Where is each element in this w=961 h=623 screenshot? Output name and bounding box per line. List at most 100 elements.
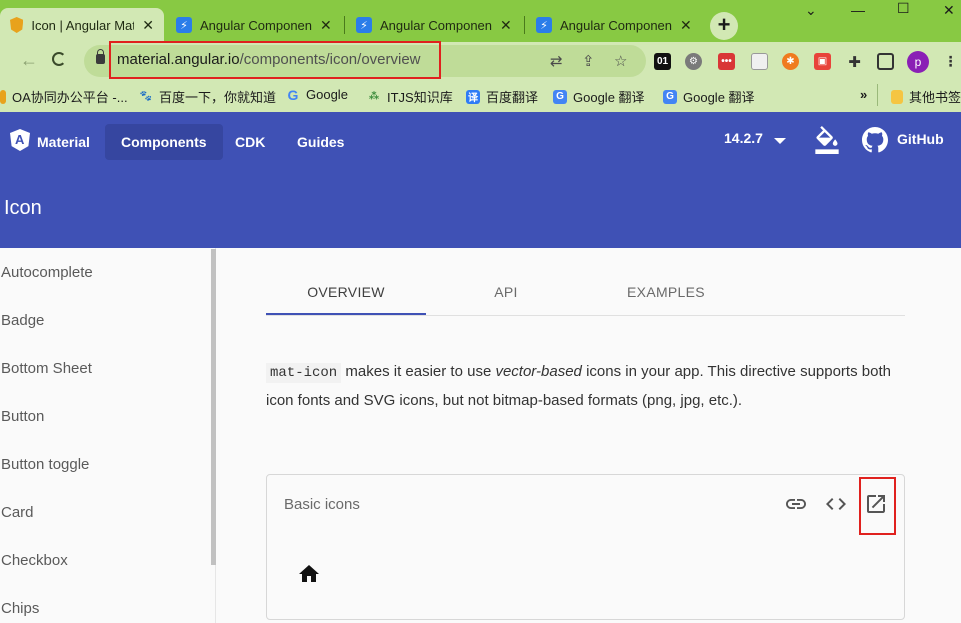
chevron-down-icon[interactable] [774,138,786,144]
version-selector[interactable]: 14.2.7 [724,130,763,146]
page-header: Icon [0,168,961,248]
translate-icon: 译 [466,89,480,104]
browser-tab[interactable]: ⚡ Angular Components ✕ [166,8,342,42]
home-icon [297,562,321,591]
tab-overview[interactable]: OVERVIEW [266,268,426,316]
window-extension-icon[interactable] [751,53,768,70]
lock-icon [96,49,105,64]
profile-avatar[interactable]: p [907,51,929,73]
orange-extension-icon[interactable]: ✱ [782,53,799,70]
tab-separator [344,16,345,34]
bookmarks-overflow-button[interactable]: » [860,87,867,102]
nav-cdk[interactable]: CDK [219,124,281,160]
component-sidenav: Autocomplete Badge Bottom Sheet Button B… [0,248,216,623]
bookmark-label: Google 翻译 [573,90,645,105]
baidu-icon: 🐾 [139,91,153,102]
bookmark-label: Google [306,87,348,102]
sidenav-scrollbar[interactable] [211,249,216,565]
gear-extension-icon[interactable]: ⚙ [685,53,702,70]
bookmark-item[interactable]: G Google [286,87,348,103]
puzzle-icon[interactable]: ✚ [846,53,863,71]
tab-separator [524,16,525,34]
overview-paragraph: mat-icon makes it easier to use vector-b… [266,358,906,415]
sidenav-item[interactable]: Checkbox [1,552,68,569]
close-icon[interactable]: ✕ [142,17,154,34]
lightning-icon: ⚡ [536,17,552,33]
nav-guides[interactable]: Guides [281,124,360,160]
inline-code: mat-icon [266,363,342,383]
sidenav-item[interactable]: Button [1,408,44,425]
translate-page-icon[interactable]: ⇄ [550,52,563,70]
bookmark-item[interactable]: OA协同办公平台 -... [0,87,128,106]
bookmark-label: OA协同办公平台 -... [12,90,128,105]
address-bar[interactable]: material.angular.io/components/icon/over… [84,41,646,79]
extension-01-icon[interactable]: 01 [654,53,671,70]
google-translate-icon: G [553,89,567,104]
open-in-new-icon[interactable] [864,492,888,521]
sidepanel-icon[interactable] [877,53,894,70]
code-icon[interactable] [824,492,848,521]
tab-search-icon[interactable]: ⌄ [805,2,817,19]
folder-icon [0,89,6,104]
tab-title: Icon | Angular Material [31,17,135,33]
other-bookmarks[interactable]: 其他书签 [891,87,961,106]
sidenav-item[interactable]: Card [1,504,34,521]
page-title: Icon [4,197,42,219]
bookmark-label: Google 翻译 [683,90,755,105]
dots-extension-icon[interactable]: ••• [718,53,735,70]
back-icon[interactable]: ← [20,50,38,71]
bookmark-item[interactable]: 译 百度翻译 [466,87,538,106]
link-icon[interactable] [784,492,808,521]
example-viewer: Basic icons [266,474,905,620]
cube-extension-icon[interactable]: ▣ [814,53,831,70]
browser-tab[interactable]: ⚡ Angular Components ✕ [346,8,522,42]
maximize-icon[interactable]: ☐ [897,0,910,17]
new-tab-button[interactable]: + [710,12,738,40]
bookmark-label: 百度一下，你就知道 [159,90,277,105]
bookmark-star-icon[interactable]: ☆ [614,52,627,70]
bookmarks-bar: OA协同办公平台 -... 🐾 百度一下，你就知道 G Google ⁂ ITJ… [0,80,961,112]
browser-toolbar: ← material.angular.io/components/icon/ov… [0,41,961,80]
sidenav-item[interactable]: Chips [1,600,39,617]
active-tab-indicator [266,313,426,315]
window-close-icon[interactable]: ✕ [943,2,955,19]
folder-icon [891,89,903,104]
lightning-icon: ⚡ [356,17,372,33]
lightning-icon: ⚡ [176,17,192,33]
nav-components[interactable]: Components [105,124,223,160]
github-icon[interactable] [862,127,888,158]
bookmark-label: 百度翻译 [486,90,539,105]
share-icon[interactable]: ⇪ [582,52,595,70]
close-icon[interactable]: ✕ [320,17,332,34]
bookmark-label: ITJS知识库 [387,90,453,105]
browser-tab[interactable]: ⚡ Angular Components ✕ [526,8,702,42]
doc-tabs: OVERVIEW API EXAMPLES [266,268,905,316]
url-path: /components/icon/overview [239,51,421,68]
itjs-icon: ⁂ [368,91,380,102]
close-icon[interactable]: ✕ [500,17,512,34]
sidenav-item[interactable]: Bottom Sheet [1,360,92,377]
tab-title: Angular Components [380,17,492,33]
angular-icon [10,17,24,33]
tab-examples[interactable]: EXAMPLES [586,268,746,316]
tab-api[interactable]: API [426,268,586,316]
sidenav-item[interactable]: Button toggle [1,456,89,473]
reload-icon[interactable] [52,52,66,66]
bookmark-item[interactable]: G Google 翻译 [553,87,645,106]
browser-tab-active[interactable]: Icon | Angular Material ✕ [0,8,164,42]
other-bookmarks-label: 其他书签 [909,90,961,105]
intro-text: makes it easier to use [341,363,496,380]
sidenav-item[interactable]: Badge [1,312,44,329]
bookmark-item[interactable]: ⁂ ITJS知识库 [367,87,453,106]
menu-icon[interactable]: ⋮ [942,53,959,70]
url-highlight-box[interactable]: material.angular.io/components/icon/over… [109,41,441,79]
sidenav-item[interactable]: Autocomplete [1,264,93,281]
bookmark-item[interactable]: 🐾 百度一下，你就知道 [139,87,276,106]
bookmark-item[interactable]: G Google 翻译 [663,87,755,106]
github-link[interactable]: GitHub [897,131,944,147]
brand-link[interactable]: Material [21,124,106,160]
close-icon[interactable]: ✕ [680,17,692,34]
minimize-icon[interactable]: — [851,2,865,18]
theme-picker-icon[interactable] [813,126,841,159]
bookmark-divider [877,84,878,106]
